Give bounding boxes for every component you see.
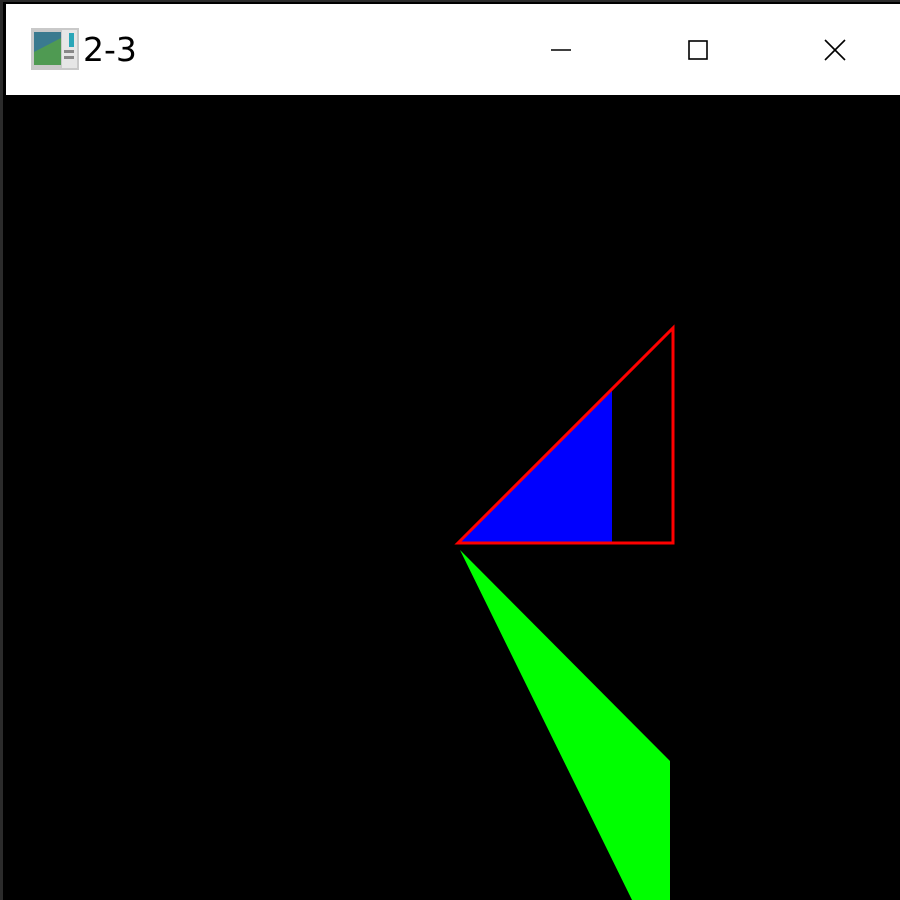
- maximize-icon: [687, 39, 708, 60]
- close-button[interactable]: [766, 4, 900, 95]
- window-title: 2-3: [83, 30, 137, 69]
- maximize-button[interactable]: [629, 4, 766, 95]
- minimize-icon: [550, 48, 571, 51]
- title-bar[interactable]: 2-3: [6, 4, 900, 95]
- render-canvas[interactable]: [6, 95, 900, 900]
- app-icon: [31, 28, 79, 70]
- close-icon: [823, 38, 846, 61]
- green-filled-shape: [460, 550, 670, 900]
- minimize-button[interactable]: [492, 4, 629, 95]
- app-window: 2-3: [0, 0, 900, 900]
